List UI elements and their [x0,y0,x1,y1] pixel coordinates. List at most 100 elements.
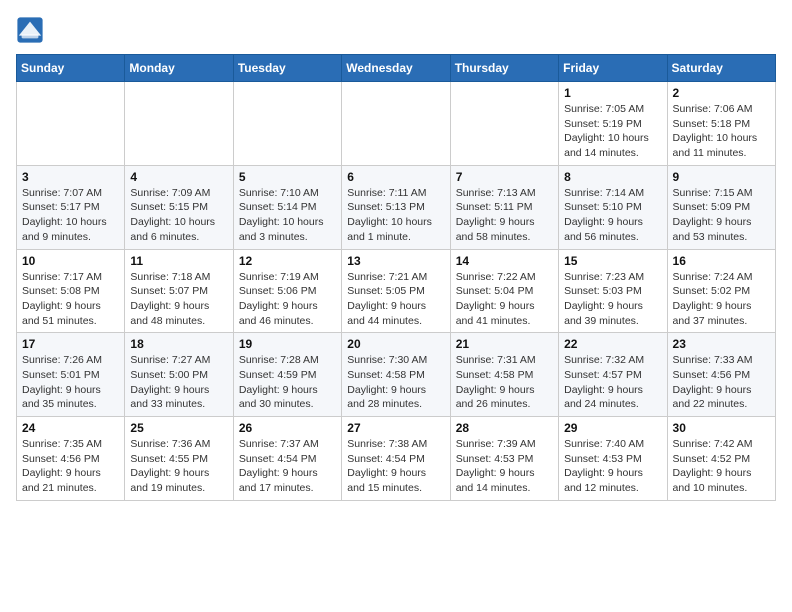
week-row-1: 3 Sunrise: 7:07 AM Sunset: 5:17 PM Daylig… [17,165,776,249]
day-cell: 20 Sunrise: 7:30 AM Sunset: 4:58 PM Dayli… [342,333,450,417]
day-cell: 10 Sunrise: 7:17 AM Sunset: 5:08 PM Dayli… [17,249,125,333]
day-number: 17 [22,337,119,351]
day-number: 28 [456,421,553,435]
day-info: Sunrise: 7:38 AM Sunset: 4:54 PM Dayligh… [347,437,444,496]
day-cell: 23 Sunrise: 7:33 AM Sunset: 4:56 PM Dayli… [667,333,775,417]
day-info: Sunrise: 7:40 AM Sunset: 4:53 PM Dayligh… [564,437,661,496]
day-info: Sunrise: 7:11 AM Sunset: 5:13 PM Dayligh… [347,186,444,245]
day-info: Sunrise: 7:13 AM Sunset: 5:11 PM Dayligh… [456,186,553,245]
day-cell: 7 Sunrise: 7:13 AM Sunset: 5:11 PM Daylig… [450,165,558,249]
day-info: Sunrise: 7:21 AM Sunset: 5:05 PM Dayligh… [347,270,444,329]
day-number: 12 [239,254,336,268]
day-cell: 6Sunrise: 7:11 AM Sunset: 5:13 PM Daylig… [342,165,450,249]
day-number: 16 [673,254,770,268]
day-cell: 18Sunrise: 7:27 AM Sunset: 5:00 PM Dayli… [125,333,233,417]
weekday-header-monday: Monday [125,55,233,82]
day-cell [17,82,125,166]
week-row-4: 24 Sunrise: 7:35 AM Sunset: 4:56 PM Dayli… [17,417,776,501]
day-cell: 1Sunrise: 7:05 AM Sunset: 5:19 PM Daylig… [559,82,667,166]
day-cell: 17Sunrise: 7:26 AM Sunset: 5:01 PM Dayli… [17,333,125,417]
day-info: Sunrise: 7:17 AM Sunset: 5:08 PM Dayligh… [22,270,119,329]
day-number: 24 [22,421,119,435]
logo-icon [16,16,44,44]
day-number: 2 [673,86,770,100]
day-number: 3 [22,170,119,184]
day-cell: 2 Sunrise: 7:06 AM Sunset: 5:18 PM Daylig… [667,82,775,166]
day-cell: 3 Sunrise: 7:07 AM Sunset: 5:17 PM Daylig… [17,165,125,249]
day-number: 19 [239,337,336,351]
day-number: 27 [347,421,444,435]
day-info: Sunrise: 7:31 AM Sunset: 4:58 PM Dayligh… [456,353,553,412]
day-cell: 12Sunrise: 7:19 AM Sunset: 5:06 PM Dayli… [233,249,341,333]
day-number: 10 [22,254,119,268]
day-info: Sunrise: 7:39 AM Sunset: 4:53 PM Dayligh… [456,437,553,496]
day-info: Sunrise: 7:06 AM Sunset: 5:18 PM Dayligh… [673,102,770,161]
day-info: Sunrise: 7:23 AM Sunset: 5:03 PM Dayligh… [564,270,661,329]
day-cell: 5Sunrise: 7:10 AM Sunset: 5:14 PM Daylig… [233,165,341,249]
day-info: Sunrise: 7:32 AM Sunset: 4:57 PM Dayligh… [564,353,661,412]
day-info: Sunrise: 7:28 AM Sunset: 4:59 PM Dayligh… [239,353,336,412]
day-cell: 24 Sunrise: 7:35 AM Sunset: 4:56 PM Dayli… [17,417,125,501]
day-cell: 16Sunrise: 7:24 AM Sunset: 5:02 PM Dayli… [667,249,775,333]
week-row-0: 1Sunrise: 7:05 AM Sunset: 5:19 PM Daylig… [17,82,776,166]
day-cell [233,82,341,166]
day-number: 23 [673,337,770,351]
day-info: Sunrise: 7:14 AM Sunset: 5:10 PM Dayligh… [564,186,661,245]
day-info: Sunrise: 7:09 AM Sunset: 5:15 PM Dayligh… [130,186,227,245]
week-row-3: 17Sunrise: 7:26 AM Sunset: 5:01 PM Dayli… [17,333,776,417]
day-info: Sunrise: 7:35 AM Sunset: 4:56 PM Dayligh… [22,437,119,496]
day-number: 22 [564,337,661,351]
day-info: Sunrise: 7:37 AM Sunset: 4:54 PM Dayligh… [239,437,336,496]
day-number: 14 [456,254,553,268]
day-info: Sunrise: 7:15 AM Sunset: 5:09 PM Dayligh… [673,186,770,245]
day-info: Sunrise: 7:36 AM Sunset: 4:55 PM Dayligh… [130,437,227,496]
day-cell: 15 Sunrise: 7:23 AM Sunset: 5:03 PM Dayli… [559,249,667,333]
weekday-header-wednesday: Wednesday [342,55,450,82]
day-info: Sunrise: 7:10 AM Sunset: 5:14 PM Dayligh… [239,186,336,245]
day-number: 30 [673,421,770,435]
day-cell: 11Sunrise: 7:18 AM Sunset: 5:07 PM Dayli… [125,249,233,333]
week-row-2: 10 Sunrise: 7:17 AM Sunset: 5:08 PM Dayli… [17,249,776,333]
day-number: 9 [673,170,770,184]
day-number: 29 [564,421,661,435]
day-number: 26 [239,421,336,435]
weekday-header-thursday: Thursday [450,55,558,82]
weekday-header-sunday: Sunday [17,55,125,82]
day-cell: 22 Sunrise: 7:32 AM Sunset: 4:57 PM Dayli… [559,333,667,417]
day-cell: 28 Sunrise: 7:39 AM Sunset: 4:53 PM Dayli… [450,417,558,501]
day-number: 8 [564,170,661,184]
day-info: Sunrise: 7:30 AM Sunset: 4:58 PM Dayligh… [347,353,444,412]
day-cell: 21 Sunrise: 7:31 AM Sunset: 4:58 PM Dayli… [450,333,558,417]
day-cell: 9 Sunrise: 7:15 AM Sunset: 5:09 PM Daylig… [667,165,775,249]
day-number: 7 [456,170,553,184]
day-cell: 29 Sunrise: 7:40 AM Sunset: 4:53 PM Dayli… [559,417,667,501]
day-info: Sunrise: 7:22 AM Sunset: 5:04 PM Dayligh… [456,270,553,329]
weekday-header-tuesday: Tuesday [233,55,341,82]
day-cell: 8 Sunrise: 7:14 AM Sunset: 5:10 PM Daylig… [559,165,667,249]
day-number: 15 [564,254,661,268]
logo [16,16,48,44]
day-info: Sunrise: 7:42 AM Sunset: 4:52 PM Dayligh… [673,437,770,496]
day-info: Sunrise: 7:33 AM Sunset: 4:56 PM Dayligh… [673,353,770,412]
day-number: 11 [130,254,227,268]
day-number: 13 [347,254,444,268]
weekday-header-row: SundayMondayTuesdayWednesdayThursdayFrid… [17,55,776,82]
day-number: 1 [564,86,661,100]
day-cell [450,82,558,166]
day-cell: 19 Sunrise: 7:28 AM Sunset: 4:59 PM Dayli… [233,333,341,417]
day-cell: 4 Sunrise: 7:09 AM Sunset: 5:15 PM Daylig… [125,165,233,249]
day-number: 4 [130,170,227,184]
day-cell [125,82,233,166]
day-number: 25 [130,421,227,435]
day-cell: 25 Sunrise: 7:36 AM Sunset: 4:55 PM Dayli… [125,417,233,501]
day-number: 20 [347,337,444,351]
day-info: Sunrise: 7:07 AM Sunset: 5:17 PM Dayligh… [22,186,119,245]
calendar-table: SundayMondayTuesdayWednesdayThursdayFrid… [16,54,776,501]
day-number: 21 [456,337,553,351]
page-header [16,16,776,44]
weekday-header-saturday: Saturday [667,55,775,82]
day-cell: 27 Sunrise: 7:38 AM Sunset: 4:54 PM Dayli… [342,417,450,501]
weekday-header-friday: Friday [559,55,667,82]
day-cell: 26 Sunrise: 7:37 AM Sunset: 4:54 PM Dayli… [233,417,341,501]
day-cell: 30 Sunrise: 7:42 AM Sunset: 4:52 PM Dayli… [667,417,775,501]
